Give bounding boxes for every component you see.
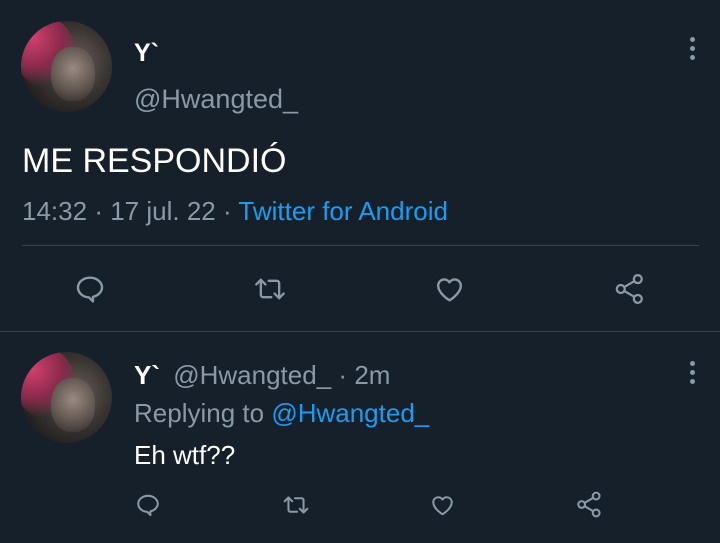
meta-separator: · xyxy=(94,196,103,226)
share-icon[interactable] xyxy=(612,272,648,306)
reply-handle[interactable]: @Hwangted_ xyxy=(173,360,331,390)
tweet-time: 14:32 xyxy=(22,196,88,226)
reply-share-icon[interactable] xyxy=(575,490,604,519)
reply-like-icon[interactable] xyxy=(429,492,456,518)
avatar[interactable] xyxy=(21,21,112,112)
tweet-date: 17 jul. 22 xyxy=(110,196,216,226)
reply-icon[interactable] xyxy=(74,273,106,305)
reply-reply-icon[interactable] xyxy=(135,492,161,518)
reply-age: 2m xyxy=(354,360,391,390)
reply-more-options-icon[interactable] xyxy=(690,361,695,384)
section-divider xyxy=(0,331,720,332)
reply-retweet-icon[interactable] xyxy=(282,492,310,518)
divider xyxy=(22,245,699,246)
more-options-icon[interactable] xyxy=(690,37,695,60)
meta-separator: · xyxy=(222,196,232,226)
tweet-meta: 14:32 · 17 jul. 22 · Twitter for Android xyxy=(22,196,448,226)
user-handle[interactable]: @Hwangted_ xyxy=(134,84,298,114)
tweet-text: ME RESPONDIÓ xyxy=(22,142,287,180)
replying-to: Replying to @Hwangted_ xyxy=(134,398,429,428)
reply-header: Y` @Hwangted_ · 2m xyxy=(134,360,390,390)
display-name[interactable]: Y` xyxy=(134,39,159,67)
replying-to-label: Replying to xyxy=(134,398,265,428)
retweet-icon[interactable] xyxy=(253,273,287,305)
replying-to-handle[interactable]: @Hwangted_ xyxy=(271,398,429,428)
like-icon[interactable] xyxy=(433,273,466,305)
reply-display-name[interactable]: Y` xyxy=(134,360,160,390)
tweet-source-link[interactable]: Twitter for Android xyxy=(238,196,448,226)
reply-avatar[interactable] xyxy=(21,352,112,443)
reply-text: Eh wtf?? xyxy=(134,440,236,470)
reply-separator: · xyxy=(338,360,348,390)
